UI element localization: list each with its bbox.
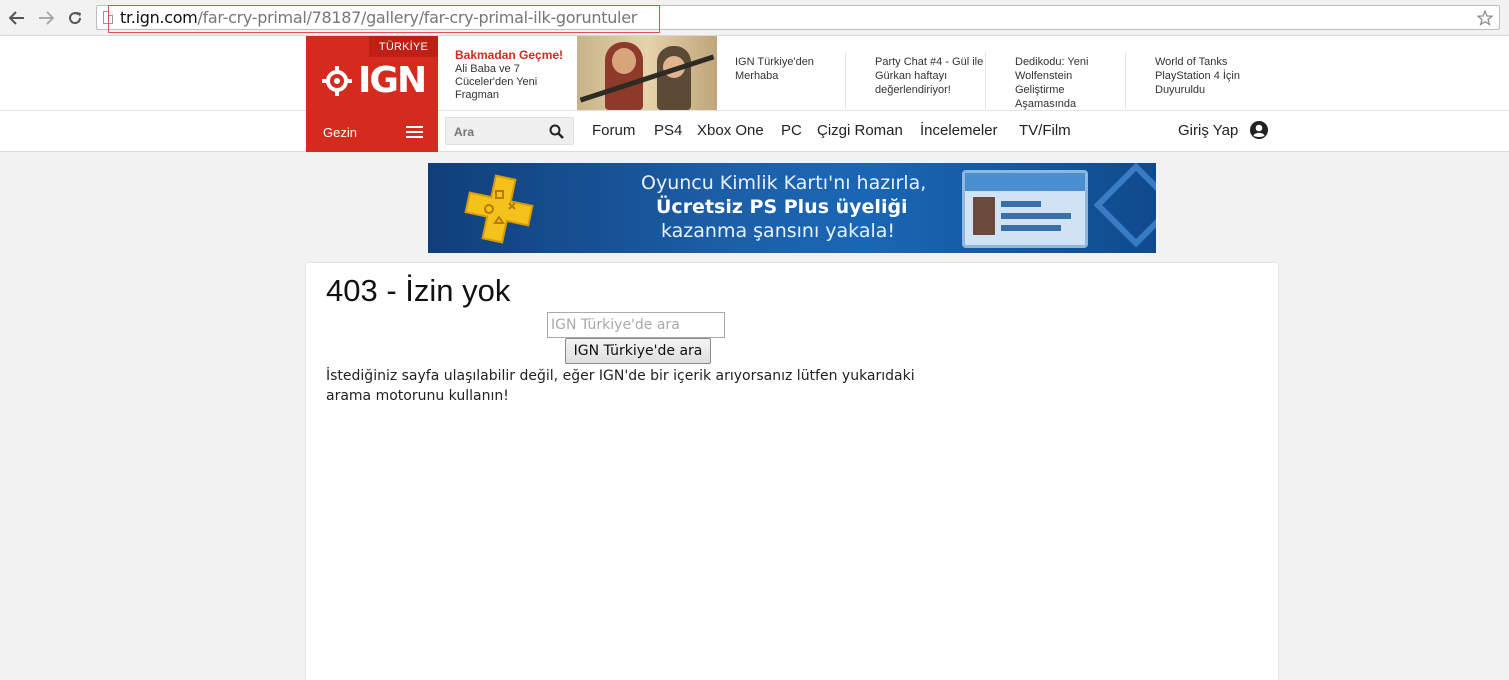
nav-pc[interactable]: PC: [781, 122, 802, 139]
news-item[interactable]: Party Chat #4 - Gül ile Gürkan haftayı d…: [875, 55, 985, 97]
nav-reviews[interactable]: İncelemeler: [920, 122, 998, 139]
forward-arrow-icon[interactable]: [36, 8, 56, 28]
ign-logo-text: IGN: [358, 60, 427, 101]
header-search-input[interactable]: [454, 123, 544, 141]
banner-decor-shape: [1093, 163, 1156, 248]
browse-menu-button[interactable]: Gezin: [306, 111, 438, 152]
banner-line-2: Ücretsiz PS Plus üyeliği: [656, 196, 908, 218]
nav-forum[interactable]: Forum: [592, 122, 635, 139]
site-search-input[interactable]: [547, 312, 725, 338]
banner-line-1: Oyuncu Kimlik Kartı'nı hazırla,: [641, 172, 927, 194]
nav-xbox-one[interactable]: Xbox One: [697, 122, 764, 139]
news-divider: [1125, 53, 1126, 109]
news-item[interactable]: IGN Türkiye'den Merhaba: [735, 55, 835, 83]
ign-logo-block[interactable]: TÜRKİYE IGN: [306, 36, 438, 111]
login-link[interactable]: Giriş Yap: [1178, 122, 1238, 139]
promo-thumbnail[interactable]: [577, 36, 717, 110]
ign-logo-icon: [322, 66, 352, 96]
hamburger-icon: [406, 126, 423, 138]
news-divider: [845, 53, 846, 109]
promo-body: Ali Baba ve 7 Cüceler'den Yeni Fragman: [455, 63, 538, 101]
ps-plus-logo-icon: [464, 174, 534, 244]
promo-link[interactable]: Bakmadan Geçme! Ali Baba ve 7 Cüceler'de…: [455, 48, 573, 102]
ign-logo[interactable]: IGN: [322, 60, 427, 101]
news-item[interactable]: World of Tanks PlayStation 4 İçin Duyuru…: [1155, 55, 1265, 97]
header-search: [445, 117, 574, 145]
back-arrow-icon[interactable]: [7, 8, 27, 28]
news-divider: [985, 53, 986, 109]
error-title: 403 - İzin yok: [326, 273, 511, 308]
news-item[interactable]: Dedikodu: Yeni Wolfenstein Geliştirme Aş…: [1015, 55, 1115, 111]
address-bar[interactable]: tr.ign.com/far-cry-primal/78187/gallery/…: [96, 5, 1500, 30]
ps-plus-banner-ad[interactable]: Oyuncu Kimlik Kartı'nı hazırla, Ücretsiz…: [428, 163, 1156, 253]
nav-tv-film[interactable]: TV/Film: [1019, 122, 1071, 139]
page-icon: [103, 11, 113, 24]
promo-title: Bakmadan Geçme!: [455, 48, 564, 62]
site-search-button[interactable]: IGN Türkiye'de ara: [565, 338, 711, 364]
search-icon[interactable]: [549, 124, 564, 139]
banner-line-3: kazanma şansını yakala!: [661, 220, 896, 242]
region-badge: TÜRKİYE: [368, 36, 438, 57]
bookmark-star-icon[interactable]: [1475, 8, 1495, 28]
user-avatar-icon[interactable]: [1249, 120, 1269, 140]
content-panel: [306, 263, 1278, 680]
url-text: tr.ign.com/far-cry-primal/78187/gallery/…: [120, 8, 638, 27]
reload-icon[interactable]: [65, 8, 85, 28]
error-message: İstediğiniz sayfa ulaşılabilir değil, eğ…: [326, 368, 915, 404]
nav-comics[interactable]: Çizgi Roman: [817, 122, 903, 139]
id-card-illustration: [962, 170, 1088, 248]
browser-toolbar: tr.ign.com/far-cry-primal/78187/gallery/…: [0, 0, 1509, 36]
nav-ps4[interactable]: PS4: [654, 122, 682, 139]
browse-label: Gezin: [323, 125, 357, 140]
